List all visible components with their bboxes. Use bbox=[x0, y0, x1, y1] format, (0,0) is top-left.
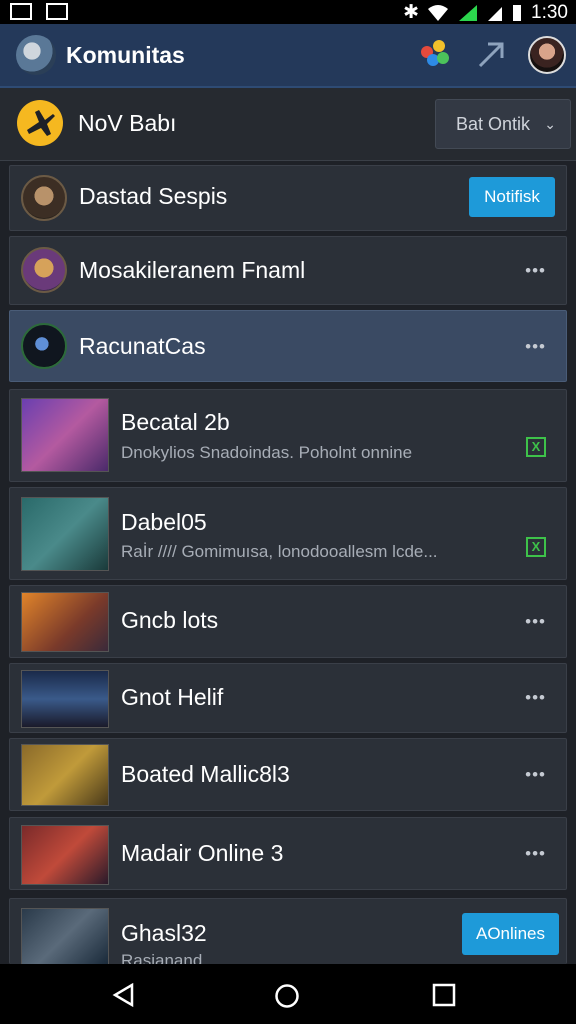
row-title: Gnot Helif bbox=[121, 684, 224, 710]
list-item[interactable]: Dastad Sespis Notifisk bbox=[9, 165, 567, 231]
share-icon[interactable] bbox=[474, 38, 508, 72]
recents-icon[interactable] bbox=[432, 983, 456, 1007]
game-avatar bbox=[21, 323, 67, 369]
list-item[interactable]: RacunatCas ••• bbox=[9, 310, 567, 382]
navigation-bar bbox=[0, 964, 576, 1024]
battery-icon bbox=[513, 4, 522, 21]
image-notification-icon bbox=[46, 3, 68, 20]
wifi-icon bbox=[428, 4, 449, 21]
game-avatar bbox=[21, 175, 67, 221]
game-thumbnail bbox=[21, 825, 109, 885]
row-title: Madair Online 3 bbox=[121, 840, 284, 866]
bluetooth-icon: ✱ bbox=[403, 2, 420, 23]
more-options-icon[interactable]: ••• bbox=[525, 261, 546, 281]
game-thumbnail bbox=[21, 670, 109, 728]
clock: 1:30 bbox=[531, 1, 568, 23]
signal-secondary-icon bbox=[488, 6, 503, 21]
row-title: Boated Mallic8l3 bbox=[121, 761, 290, 787]
colored-dots-icon[interactable] bbox=[421, 40, 451, 70]
back-icon[interactable] bbox=[110, 982, 136, 1008]
list-item[interactable]: Boated Mallic8l3 ••• bbox=[9, 738, 567, 811]
avatar[interactable] bbox=[528, 36, 566, 74]
more-options-icon[interactable]: ••• bbox=[525, 337, 546, 357]
row-title: Dastad Sespis bbox=[79, 183, 228, 209]
row-title: Ghasl32 bbox=[121, 920, 207, 946]
game-avatar bbox=[21, 247, 67, 293]
more-options-icon[interactable]: ••• bbox=[525, 688, 546, 708]
list-item[interactable]: Mosakileranem Fnaml ••• bbox=[9, 236, 567, 305]
row-title: RacunatCas bbox=[79, 333, 206, 359]
row-title: Dabel05 bbox=[121, 509, 207, 535]
list-item[interactable]: Dabel05 Raİr //// Gomimuısa, lonodooalle… bbox=[9, 487, 567, 580]
filter-label: NoV Babı bbox=[78, 110, 177, 136]
signal-icon bbox=[459, 4, 478, 21]
plane-icon bbox=[17, 100, 63, 146]
notification-icon bbox=[10, 3, 32, 20]
list-item[interactable]: Madair Online 3 ••• bbox=[9, 817, 567, 890]
row-title: Gncb lots bbox=[121, 607, 219, 633]
community-logo-icon bbox=[16, 35, 56, 75]
dropdown-label: Bat Ontik bbox=[456, 114, 531, 134]
more-options-icon[interactable]: ••• bbox=[525, 612, 546, 632]
online-status-icon: X bbox=[526, 537, 546, 557]
online-button[interactable]: AOnlines bbox=[462, 913, 559, 955]
app-bar: Komunitas bbox=[0, 24, 576, 88]
chevron-down-icon: ⌄ bbox=[544, 116, 556, 132]
online-status-icon: X bbox=[526, 437, 546, 457]
game-thumbnail bbox=[21, 744, 109, 806]
game-thumbnail bbox=[21, 592, 109, 652]
list-item[interactable]: Gncb lots ••• bbox=[9, 585, 567, 658]
more-options-icon[interactable]: ••• bbox=[525, 844, 546, 864]
status-bar: ✱ 1:30 bbox=[0, 0, 576, 24]
more-options-icon[interactable]: ••• bbox=[525, 765, 546, 785]
page-title: Komunitas bbox=[66, 42, 185, 68]
row-subtitle: Raİr //// Gomimuısa, lonodooallesm lcde.… bbox=[121, 542, 438, 561]
game-thumbnail bbox=[21, 497, 109, 571]
game-thumbnail bbox=[21, 908, 109, 965]
row-title: Mosakileranem Fnaml bbox=[79, 257, 306, 283]
home-icon[interactable] bbox=[274, 983, 300, 1009]
row-subtitle: Dnokylios Snadoindas. Poholnt onnine bbox=[121, 443, 413, 462]
game-thumbnail bbox=[21, 398, 109, 472]
notify-button[interactable]: Notifisk bbox=[469, 177, 555, 217]
row-title: Becatal 2b bbox=[121, 409, 230, 435]
list-item[interactable]: Ghasl32 Rasjanand AOnlines bbox=[9, 898, 567, 970]
list-item[interactable]: Gnot Helif ••• bbox=[9, 663, 567, 733]
sort-dropdown[interactable]: Bat Ontik ⌄ bbox=[435, 99, 571, 149]
list-item[interactable]: Becatal 2b Dnokylios Snadoindas. Poholnt… bbox=[9, 389, 567, 482]
